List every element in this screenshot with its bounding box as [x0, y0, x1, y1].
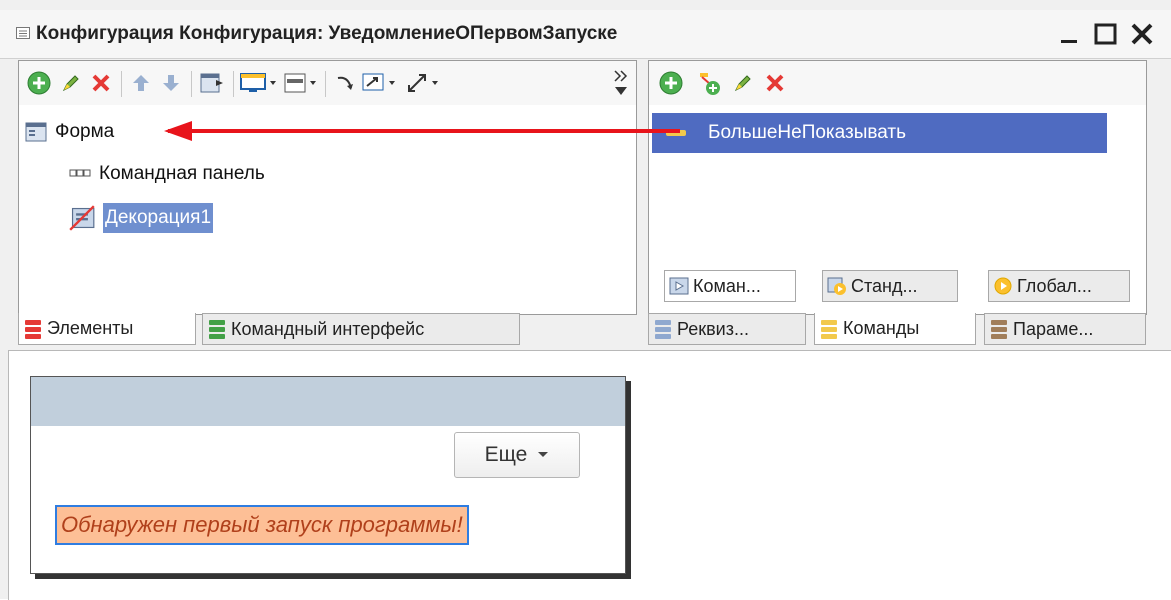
form-preview-header	[31, 377, 625, 426]
tab-label: Параме...	[1013, 318, 1094, 339]
parameters-tab-icon	[991, 320, 1007, 339]
standard-commands-icon	[827, 277, 846, 295]
tree-item-label: Командная панель	[99, 163, 265, 184]
command-interface-tab-icon	[209, 320, 225, 339]
tab-commands[interactable]: Команды	[814, 313, 976, 345]
tree-item-command-panel[interactable]: Командная панель	[69, 157, 265, 191]
more-button[interactable]	[609, 61, 633, 105]
elements-tab-icon	[25, 319, 41, 339]
form-layout-icon	[200, 73, 223, 93]
tab-elements[interactable]: Элементы	[18, 313, 196, 345]
delete-button[interactable]	[87, 61, 115, 105]
tab-attributes[interactable]: Реквиз...	[648, 313, 806, 345]
move-up-icon	[133, 75, 149, 91]
add-button[interactable]	[23, 61, 55, 105]
tab-label: Командный интерфейс	[231, 318, 425, 339]
tree-item-decoration1[interactable]: Декорация1	[69, 201, 214, 235]
arrow-button[interactable]	[331, 61, 359, 105]
close-button[interactable]	[1124, 16, 1160, 52]
close-icon	[1131, 23, 1153, 45]
tree-item-label: Декорация1	[103, 203, 214, 233]
tree-item-form[interactable]: Форма	[25, 115, 114, 149]
expand-button[interactable]	[405, 61, 445, 105]
layout-icon	[284, 73, 316, 93]
decoration-icon	[69, 205, 95, 231]
tab-label: Элементы	[47, 318, 134, 338]
more-button[interactable]: Еще	[454, 432, 580, 478]
add-special-button[interactable]	[693, 61, 725, 105]
subtab-label: Глобал...	[1017, 275, 1092, 296]
title-bar: Конфигурация Конфигурация: УведомлениеОП…	[0, 10, 1171, 59]
command-panel-icon	[69, 169, 91, 177]
minimize-icon	[1061, 40, 1077, 43]
form-icon	[25, 122, 47, 142]
global-commands-icon	[994, 277, 1012, 295]
more-button-label: Еще	[484, 443, 528, 466]
edit-command-button[interactable]	[729, 61, 757, 105]
window-title: Конфигурация Конфигурация: УведомлениеОП…	[36, 23, 618, 44]
subtab-label: Коман...	[693, 275, 761, 296]
elements-toolbar	[19, 61, 636, 105]
subtab-standard[interactable]: Станд...	[822, 270, 958, 302]
screen-icon	[240, 73, 276, 92]
select-icon	[362, 73, 395, 91]
move-down-icon	[163, 75, 179, 91]
subtab-commands[interactable]: Коман...	[664, 270, 796, 302]
decoration-text[interactable]: Обнаружен первый запуск программы!	[55, 505, 469, 545]
form-preview: Еще Обнаружен первый запуск программы!	[30, 376, 626, 574]
tab-label: Реквиз...	[677, 318, 749, 339]
tab-label: Команды	[843, 318, 920, 338]
delete-icon	[92, 74, 110, 92]
subtab-label: Станд...	[851, 275, 918, 296]
delete-command-button[interactable]	[761, 61, 789, 105]
screen-button[interactable]	[239, 61, 281, 105]
attributes-tab-icon	[655, 320, 671, 339]
tab-parameters[interactable]: Параме...	[984, 313, 1146, 345]
commands-tab-icon	[821, 319, 837, 339]
tree-item-label: Форма	[55, 121, 115, 142]
minimize-button[interactable]	[1052, 16, 1088, 52]
designer-window: Конфигурация Конфигурация: УведомлениеОП…	[0, 0, 1171, 600]
command-icon	[666, 130, 686, 136]
command-label: БольшеНеПоказывать	[708, 122, 907, 143]
add-icon	[27, 71, 51, 95]
maximize-icon	[1094, 23, 1117, 45]
commands-toolbar	[649, 61, 1146, 105]
move-up-button[interactable]	[127, 61, 155, 105]
delete-icon	[766, 74, 784, 92]
subtab-global[interactable]: Глобал...	[988, 270, 1130, 302]
maximize-button[interactable]	[1088, 16, 1124, 52]
move-down-button[interactable]	[157, 61, 185, 105]
add-special-icon	[700, 73, 720, 95]
command-item-bolshe-ne-pokazyvat[interactable]: БольшеНеПоказывать	[652, 113, 1107, 153]
edit-button[interactable]	[57, 61, 85, 105]
edit-icon	[62, 75, 79, 92]
layout-button[interactable]	[283, 61, 321, 105]
form-layout-button[interactable]	[197, 61, 227, 105]
more-icon	[614, 70, 628, 95]
window-menu-icon[interactable]	[16, 27, 30, 39]
expand-icon	[408, 74, 438, 92]
add-icon	[659, 71, 683, 95]
form-commands-icon	[669, 277, 689, 295]
select-button[interactable]	[361, 61, 403, 105]
chevron-down-icon	[538, 452, 549, 457]
tab-command-interface[interactable]: Командный интерфейс	[202, 313, 520, 345]
arrow-icon	[337, 76, 353, 90]
edit-icon	[734, 75, 751, 92]
elements-panel: Форма Командная панель Декорация1	[18, 60, 637, 315]
add-command-button[interactable]	[655, 61, 687, 105]
